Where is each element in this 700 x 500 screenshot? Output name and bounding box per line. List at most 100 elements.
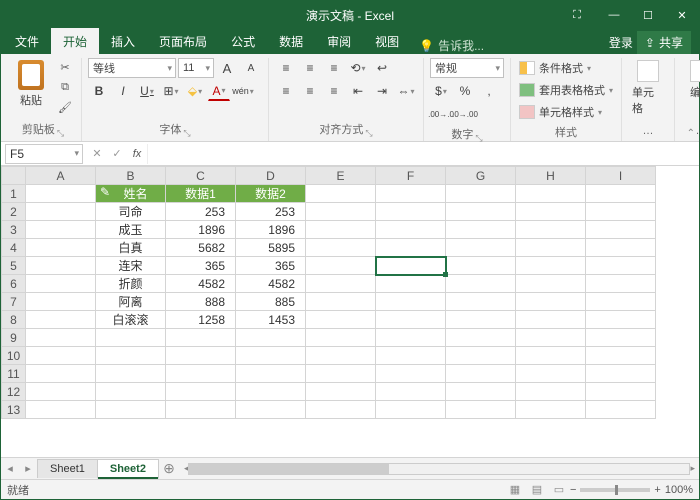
cell[interactable]: 253 [236, 203, 306, 221]
font-color-button[interactable]: A [208, 81, 230, 101]
cell[interactable] [516, 239, 586, 257]
row-header-11[interactable]: 11 [2, 365, 26, 383]
col-header-I[interactable]: I [586, 167, 656, 185]
cell[interactable] [376, 185, 446, 203]
cell[interactable] [446, 365, 516, 383]
cell[interactable] [516, 293, 586, 311]
cell[interactable] [26, 347, 96, 365]
cell[interactable] [166, 329, 236, 347]
cell[interactable] [376, 347, 446, 365]
cell[interactable] [376, 383, 446, 401]
cell[interactable] [446, 239, 516, 257]
orientation-button[interactable]: ⟲ [347, 58, 369, 78]
col-header-G[interactable]: G [446, 167, 516, 185]
cell[interactable] [236, 329, 306, 347]
align-right-button[interactable]: ≡ [323, 81, 345, 101]
cells-button[interactable]: 单元格 [628, 58, 668, 118]
increase-decimal-button[interactable]: .00→.0 [430, 104, 452, 124]
row-header-6[interactable]: 6 [2, 275, 26, 293]
number-dialog-launcher[interactable]: ⤡ [475, 133, 482, 144]
italic-button[interactable]: I [112, 81, 134, 101]
tab-view[interactable]: 视图 [363, 28, 411, 54]
cell[interactable]: 888 [166, 293, 236, 311]
cell[interactable] [376, 293, 446, 311]
tab-insert[interactable]: 插入 [99, 28, 147, 54]
font-size-select[interactable]: 11 [178, 58, 214, 78]
cell[interactable] [516, 221, 586, 239]
row-header-8[interactable]: 8 [2, 311, 26, 329]
zoom-level[interactable]: 100% [665, 484, 693, 496]
cell[interactable]: 1896 [236, 221, 306, 239]
cell[interactable] [166, 401, 236, 419]
align-bottom-button[interactable]: ≡ [323, 58, 345, 78]
grid[interactable]: A B C D E F G H I 1✎姓名数据1数据2 2司命253253 3… [1, 166, 699, 457]
cell-header-data2[interactable]: 数据2 [236, 185, 306, 203]
collapse-ribbon-button[interactable]: ⌃ [687, 128, 695, 139]
cell[interactable] [586, 203, 656, 221]
cell[interactable] [26, 185, 96, 203]
align-left-button[interactable]: ≡ [275, 81, 297, 101]
col-header-B[interactable]: B [96, 167, 166, 185]
cell[interactable]: 253 [166, 203, 236, 221]
cell[interactable] [306, 347, 376, 365]
cell[interactable] [26, 221, 96, 239]
copy-button[interactable]: ⧉ [55, 78, 75, 96]
fill-color-button[interactable]: ⬙ [184, 81, 206, 101]
login-link[interactable]: 登录 [609, 34, 633, 51]
normal-view-button[interactable]: ▦ [504, 483, 526, 496]
cell[interactable] [446, 221, 516, 239]
cell[interactable]: 4582 [236, 275, 306, 293]
cell[interactable] [306, 185, 376, 203]
cell[interactable] [376, 239, 446, 257]
cell-header-name[interactable]: ✎姓名 [96, 185, 166, 203]
cell[interactable] [236, 401, 306, 419]
editing-button[interactable]: 编辑 [681, 58, 700, 102]
cell[interactable] [446, 185, 516, 203]
cell[interactable] [516, 311, 586, 329]
sheet-tab-sheet1[interactable]: Sheet1 [37, 459, 98, 478]
cell[interactable] [446, 329, 516, 347]
cell[interactable] [236, 383, 306, 401]
cell[interactable] [376, 365, 446, 383]
font-name-select[interactable]: 等线 [88, 58, 176, 78]
cell[interactable] [26, 365, 96, 383]
cell[interactable] [446, 347, 516, 365]
cell[interactable] [586, 311, 656, 329]
cell[interactable]: 1896 [166, 221, 236, 239]
col-header-A[interactable]: A [26, 167, 96, 185]
decrease-decimal-button[interactable]: .0→.00 [454, 104, 476, 124]
sheet-nav-right[interactable]: ▸ [19, 462, 37, 475]
shrink-font-button[interactable]: A [240, 58, 262, 78]
cell[interactable] [26, 401, 96, 419]
alignment-dialog-launcher[interactable]: ⤡ [365, 128, 372, 139]
add-sheet-button[interactable]: ⊕ [158, 460, 180, 477]
horizontal-scrollbar[interactable]: ◂ ▸ [180, 463, 699, 475]
cell[interactable]: 885 [236, 293, 306, 311]
grow-font-button[interactable]: A [216, 58, 238, 78]
font-dialog-launcher[interactable]: ⤡ [183, 128, 190, 139]
cell[interactable] [586, 383, 656, 401]
select-all-corner[interactable] [2, 167, 26, 185]
cell[interactable] [516, 185, 586, 203]
minimize-button[interactable]: — [597, 1, 631, 29]
sheet-nav-left[interactable]: ◂ [1, 462, 19, 475]
cell[interactable]: 5895 [236, 239, 306, 257]
align-middle-button[interactable]: ≡ [299, 58, 321, 78]
cell[interactable] [586, 185, 656, 203]
tab-home[interactable]: 开始 [51, 28, 99, 54]
page-break-view-button[interactable]: ▭ [548, 483, 570, 496]
cell[interactable] [586, 221, 656, 239]
tell-me[interactable]: 💡 告诉我... [419, 37, 484, 54]
cell[interactable] [516, 329, 586, 347]
cancel-entry-button[interactable]: ✕ [87, 147, 107, 160]
cell[interactable] [306, 257, 376, 275]
cell[interactable] [26, 275, 96, 293]
hscroll-thumb[interactable] [189, 464, 389, 474]
cell[interactable] [516, 365, 586, 383]
cell[interactable] [446, 383, 516, 401]
row-header-5[interactable]: 5 [2, 257, 26, 275]
cell[interactable]: 5682 [166, 239, 236, 257]
format-as-table-button[interactable]: 套用表格格式▾ [517, 80, 615, 100]
ribbon-display-icon[interactable]: ⛶ [563, 1, 591, 29]
cell[interactable] [166, 347, 236, 365]
